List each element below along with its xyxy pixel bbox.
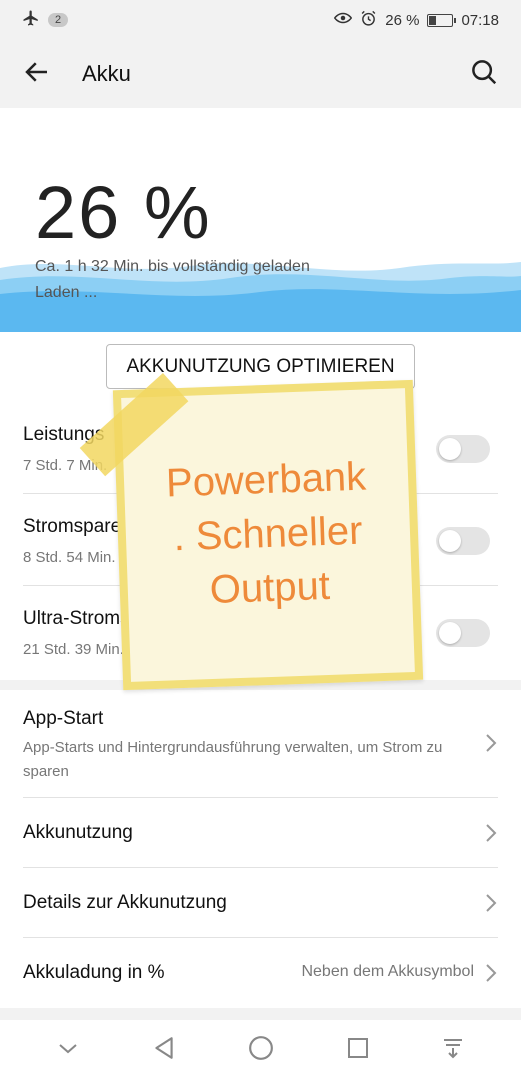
- eye-comfort-icon: [334, 11, 353, 29]
- battery-hero: 26 % Ca. 1 h 32 Min. bis vollständig gel…: [0, 108, 521, 332]
- ultra-power-saving-mode-toggle[interactable]: [436, 619, 490, 647]
- sticky-note-overlay: Powerbank . Schneller Output: [79, 373, 424, 691]
- chevron-right-icon: [484, 962, 498, 989]
- power-saving-mode-toggle[interactable]: [436, 527, 490, 555]
- list-item-value: Neben dem Akkusymbol: [301, 963, 474, 980]
- list-item-title: Akkunutzung: [23, 822, 133, 843]
- page-title: Akku: [82, 61, 131, 86]
- alarm-icon: [360, 10, 377, 31]
- battery-level-text: 26 %: [35, 171, 212, 254]
- chevron-right-icon: [484, 822, 498, 849]
- airplane-mode-icon: [22, 9, 40, 31]
- battery-percentage-row[interactable]: Akkuladung in % Neben dem Akkusymbol: [23, 938, 498, 1008]
- collapse-icon[interactable]: [56, 1036, 80, 1065]
- list-item-subtitle: App-Starts und Hintergrundausführung ver…: [23, 739, 443, 780]
- app-start-row[interactable]: App-Start App-Starts und Hintergrundausf…: [23, 690, 498, 798]
- performance-mode-toggle[interactable]: [436, 435, 490, 463]
- charge-state: Laden ...: [35, 284, 98, 301]
- list-item-title: App-Start: [23, 708, 104, 729]
- back-icon[interactable]: [151, 1035, 177, 1066]
- navigation-bar: [0, 1020, 521, 1080]
- notification-count-badge: 2: [48, 13, 69, 27]
- sticky-note-line: Powerbank: [165, 454, 367, 506]
- notifications-pulldown-icon[interactable]: [441, 1036, 465, 1065]
- sticky-note-line: . Schneller: [172, 508, 364, 560]
- back-arrow-icon[interactable]: [22, 57, 52, 92]
- battery-charging-icon: [427, 13, 457, 27]
- battery-usage-details-row[interactable]: Details zur Akkunutzung: [23, 868, 498, 938]
- battery-percent: 26 %: [385, 11, 420, 29]
- home-icon[interactable]: [248, 1035, 274, 1066]
- mode-title: Stromspare: [23, 516, 122, 537]
- mode-remaining-time: 8 Std. 54 Min.: [23, 549, 116, 566]
- chevron-right-icon: [484, 892, 498, 919]
- sticky-note-text: Powerbank . Schneller Output: [133, 448, 402, 619]
- app-bar: Akku: [0, 40, 521, 108]
- nav-separator: [0, 1008, 521, 1020]
- chevron-right-icon: [484, 732, 498, 759]
- status-bar: 2 26 % 07:18: [0, 0, 521, 40]
- sticky-note-line: Output: [209, 563, 331, 613]
- search-icon[interactable]: [469, 57, 499, 92]
- charge-time-remaining: Ca. 1 h 32 Min. bis vollständig geladen: [35, 258, 310, 275]
- clock: 07:18: [461, 11, 499, 29]
- list-item-title: Details zur Akkunutzung: [23, 892, 227, 913]
- list-item-title: Akkuladung in %: [23, 962, 165, 983]
- recents-icon[interactable]: [346, 1036, 370, 1065]
- mode-remaining-time: 21 Std. 39 Min.: [23, 641, 124, 658]
- battery-usage-row[interactable]: Akkunutzung: [23, 798, 498, 868]
